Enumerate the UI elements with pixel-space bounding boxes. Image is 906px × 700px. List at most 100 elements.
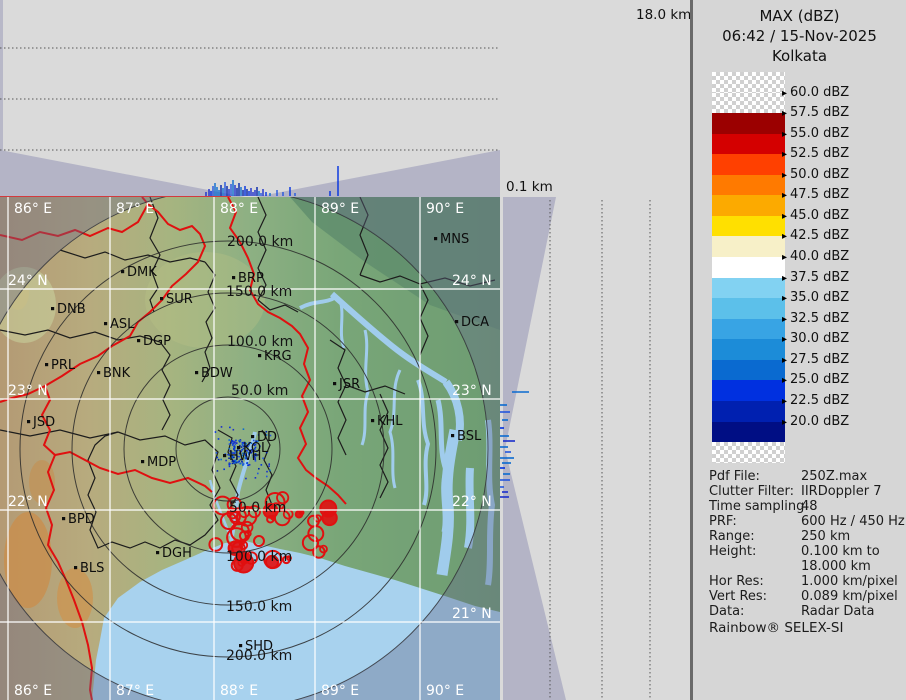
legend-info-panel: MAX (dBZ) 06:42 / 15-Nov-2025 Kolkata ▸6… xyxy=(693,0,906,700)
info-value: 250 km xyxy=(801,529,850,544)
echo-pixel xyxy=(228,439,230,441)
echo-pixel xyxy=(229,466,231,468)
legend-value-label: 22.5 dBZ xyxy=(790,393,849,408)
meridian-label-top: 88° E xyxy=(220,201,258,217)
legend-value-label: 32.5 dBZ xyxy=(790,311,849,326)
info-label: Time sampling: xyxy=(709,499,809,514)
info-label: Hor Res: xyxy=(709,574,764,589)
legend-entry: ▸37.5 dBZ xyxy=(782,270,902,285)
legend-entry: ▸20.0 dBZ xyxy=(782,414,902,429)
legend-value-label: 27.5 dBZ xyxy=(790,352,849,367)
city-label-BDW: BDW xyxy=(201,366,233,381)
echo-pixel xyxy=(220,459,222,461)
legend-entry: ▸55.0 dBZ xyxy=(782,126,902,141)
product-timestamp: 06:42 / 15-Nov-2025 xyxy=(693,26,906,46)
city-label-HWH: HWH xyxy=(229,449,261,464)
meridian-label-bottom: 90° E xyxy=(426,683,464,699)
legend-swatch-9 xyxy=(712,257,785,278)
echo-pixel xyxy=(236,442,238,444)
echo-pixel xyxy=(243,428,245,430)
echo-pixel xyxy=(221,426,223,428)
range-ring-label: 150.0 km xyxy=(226,599,292,615)
legend-entry: ▸27.5 dBZ xyxy=(782,352,902,367)
legend-swatch-4 xyxy=(712,154,785,175)
info-row: Range: 250 km xyxy=(709,529,904,544)
legend-swatch-0 xyxy=(712,72,785,93)
legend-value-label: 57.5 dBZ xyxy=(790,105,849,120)
echo-pixel xyxy=(218,438,220,440)
echo-pixel xyxy=(235,444,237,446)
city-dot-HWH xyxy=(223,454,226,457)
info-label: Range: xyxy=(709,529,755,544)
software-brand: Rainbow® SELEX-SI xyxy=(709,620,843,636)
city-dot-ASL xyxy=(104,322,107,325)
echo-pixel xyxy=(234,441,236,443)
city-dot-BRP xyxy=(232,276,235,279)
city-dot-BSL xyxy=(451,434,454,437)
legend-entry: ▸35.0 dBZ xyxy=(782,290,902,305)
legend-tick-arrow: ▸ xyxy=(782,108,787,119)
map-panel[interactable]: 86° E86° E87° E87° E88° E88° E89° E89° E… xyxy=(0,189,500,700)
info-row: Data:Radar Data xyxy=(709,604,904,619)
legend-swatch-7 xyxy=(712,216,785,237)
product-name: MAX (dBZ) xyxy=(693,6,906,26)
legend-swatch-8 xyxy=(712,236,785,257)
city-dot-JSR xyxy=(333,382,336,385)
legend-tick-arrow: ▸ xyxy=(782,170,787,181)
city-dot-MNS xyxy=(434,237,437,240)
legend-value-label: 37.5 dBZ xyxy=(790,270,849,285)
height-axis-origin-label: 0.1 km xyxy=(506,179,553,195)
product-title-block: MAX (dBZ) 06:42 / 15-Nov-2025 Kolkata xyxy=(693,6,906,66)
legend-tick-arrow: ▸ xyxy=(782,417,787,428)
city-label-DGP: DGP xyxy=(143,334,171,349)
parallel-label-left: 23° N xyxy=(8,383,48,399)
city-dot-DCA xyxy=(455,320,458,323)
meridian-label-bottom: 87° E xyxy=(116,683,154,699)
legend-entry: ▸52.5 dBZ xyxy=(782,146,902,161)
city-dot-DNB xyxy=(51,307,54,310)
meridian-label-bottom: 86° E xyxy=(14,683,52,699)
range-ring-label: 50.0 km xyxy=(231,383,288,399)
legend-entry: ▸57.5 dBZ xyxy=(782,105,902,120)
legend-entry: ▸32.5 dBZ xyxy=(782,311,902,326)
city-label-PRL: PRL xyxy=(51,358,76,373)
info-label: PRF: xyxy=(709,514,737,529)
legend-swatch-6 xyxy=(712,195,785,216)
parallel-label-right: 22° N xyxy=(452,494,492,510)
info-value: 1.000 km/pixel xyxy=(801,574,898,589)
legend-value-label: 47.5 dBZ xyxy=(790,187,849,202)
info-value: Radar Data xyxy=(801,604,874,619)
echo-pixel xyxy=(266,476,268,478)
legend-tick-arrow: ▸ xyxy=(782,252,787,263)
echo-pixel xyxy=(216,452,218,454)
city-dot-DMK xyxy=(121,270,124,273)
echo-pixel xyxy=(261,464,263,466)
meridian-label-top: 90° E xyxy=(426,201,464,217)
echo-pixel xyxy=(218,459,220,461)
info-row: PRF:600 Hz / 450 Hz xyxy=(709,514,904,529)
city-dot-PRL xyxy=(45,363,48,366)
legend-swatch-13 xyxy=(712,339,785,360)
echo-pixel xyxy=(217,470,219,472)
city-dot-KRG xyxy=(258,354,261,357)
range-ring-label: 100.0 km xyxy=(226,549,292,565)
info-row: Time sampling:48 xyxy=(709,499,904,514)
legend-entry: ▸40.0 dBZ xyxy=(782,249,902,264)
city-label-JSD: JSD xyxy=(32,415,55,430)
legend-swatch-15 xyxy=(712,380,785,401)
range-ring-label: 200.0 km xyxy=(227,234,293,250)
info-value: 48 xyxy=(801,499,818,514)
city-label-BPD: BPD xyxy=(68,512,95,527)
echo-pixel xyxy=(262,458,264,460)
legend-entry: ▸25.0 dBZ xyxy=(782,372,902,387)
echo-pixel xyxy=(257,473,259,475)
legend-value-label: 45.0 dBZ xyxy=(790,208,849,223)
city-label-ASL: ASL xyxy=(110,317,135,332)
city-dot-BPD xyxy=(62,517,65,520)
radar-app-window: 18.0 km 0.1 km xyxy=(0,0,906,700)
city-label-DNB: DNB xyxy=(57,302,86,317)
legend-swatch-10 xyxy=(712,278,785,299)
legend-swatch-18 xyxy=(712,442,785,463)
legend-tick-arrow: ▸ xyxy=(782,211,787,222)
echo-pixel xyxy=(232,443,234,445)
